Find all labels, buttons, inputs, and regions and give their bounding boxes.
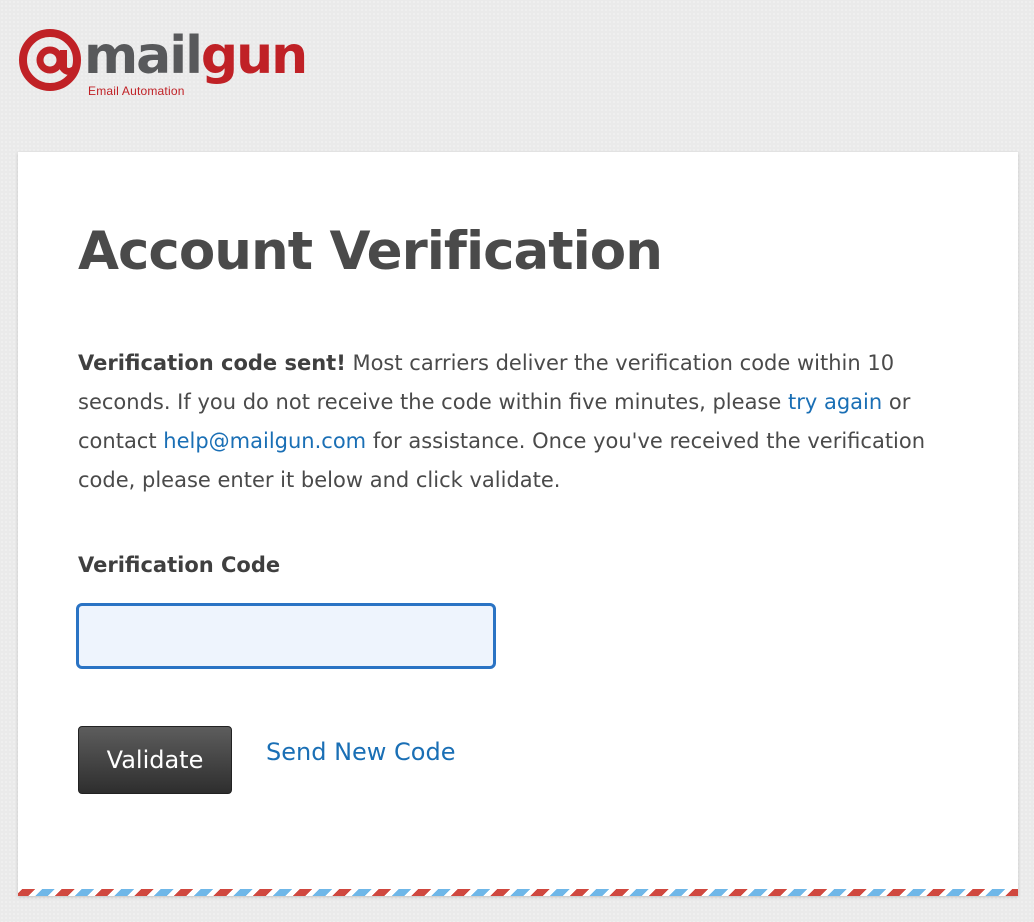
verification-card: Account Verification Verification code s… bbox=[18, 152, 1018, 896]
verification-code-input[interactable] bbox=[76, 603, 496, 669]
try-again-link[interactable]: try again bbox=[788, 390, 882, 414]
send-new-code-link[interactable]: Send New Code bbox=[266, 736, 456, 768]
page-title: Account Verification bbox=[78, 221, 663, 282]
verification-code-label: Verification Code bbox=[78, 553, 281, 577]
airmail-stripe-border bbox=[18, 889, 1018, 896]
logo-tagline: Email Automation bbox=[88, 84, 185, 98]
message-bold-lead: Verification code sent! bbox=[78, 351, 346, 375]
logo-wordmark: mailgun bbox=[84, 26, 308, 86]
mailgun-logo[interactable]: mailgun Email Automation bbox=[18, 22, 318, 102]
validate-button[interactable]: Validate bbox=[78, 726, 232, 794]
help-email-link[interactable]: help@mailgun.com bbox=[163, 429, 366, 453]
logo-word-gun: gun bbox=[200, 26, 308, 86]
verification-message: Verification code sent! Most carriers de… bbox=[78, 344, 958, 500]
at-sign-icon bbox=[19, 29, 81, 91]
logo-word-mail: mail bbox=[84, 26, 203, 86]
